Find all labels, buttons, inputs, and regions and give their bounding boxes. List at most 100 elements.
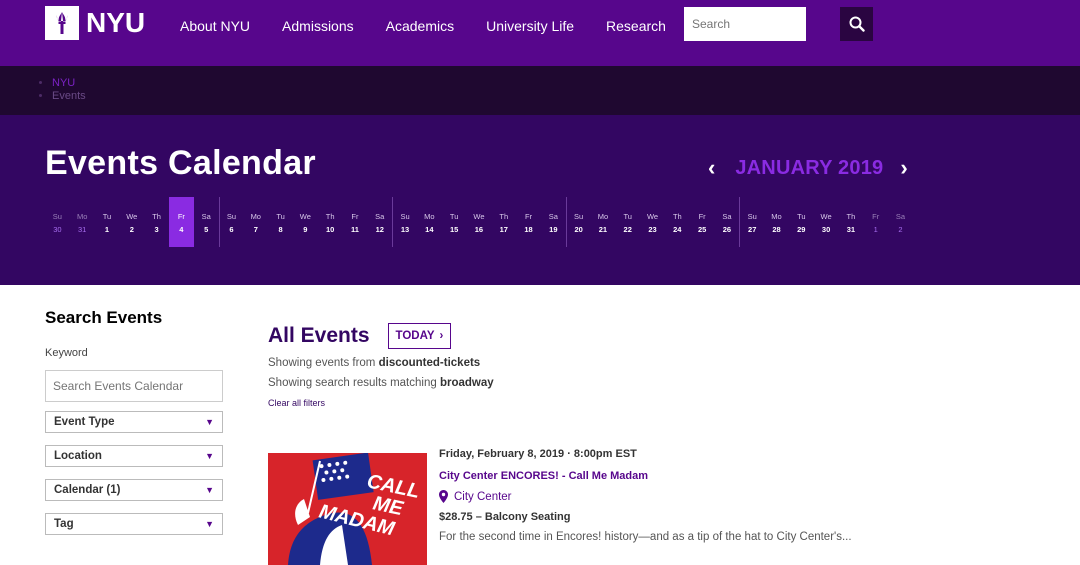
chevron-down-icon: ▼ bbox=[205, 451, 214, 461]
calendar-day[interactable]: Th 3 bbox=[144, 197, 169, 247]
calendar-day[interactable]: Mo 7 bbox=[243, 197, 268, 247]
calendar-day-number: 31 bbox=[78, 225, 87, 234]
filter-tag[interactable]: Tag ▼ bbox=[45, 513, 223, 535]
calendar-day[interactable]: Su 30 bbox=[45, 197, 70, 247]
calendar-day-of-week: Su bbox=[52, 212, 62, 221]
calendar-day-number: 9 bbox=[303, 225, 308, 234]
calendar-day[interactable]: Tu 8 bbox=[268, 197, 293, 247]
calendar-day[interactable]: Fr 4 bbox=[168, 197, 194, 247]
calendar-day-number: 8 bbox=[278, 225, 283, 234]
filter-location[interactable]: Location ▼ bbox=[45, 445, 223, 467]
calendar-day[interactable]: Fr 11 bbox=[343, 197, 368, 247]
calendar-day[interactable]: Su 20 bbox=[565, 197, 591, 247]
calendar-day[interactable]: We 16 bbox=[467, 197, 492, 247]
chevron-left-icon[interactable]: ‹ bbox=[708, 156, 715, 180]
calendar-day-of-week: Sa bbox=[722, 212, 732, 221]
torch-icon bbox=[45, 6, 79, 40]
site-search-input[interactable] bbox=[684, 7, 806, 41]
calendar-day-of-week: Su bbox=[400, 212, 410, 221]
calendar-day[interactable]: Tu 15 bbox=[442, 197, 467, 247]
calendar-day[interactable]: Th 10 bbox=[318, 197, 343, 247]
event-venue[interactable]: City Center bbox=[439, 490, 959, 503]
nav-link-academics[interactable]: Academics bbox=[386, 18, 454, 35]
event-image[interactable]: CALL ME MADAM bbox=[268, 453, 427, 565]
calendar-day[interactable]: Mo 14 bbox=[417, 197, 442, 247]
event-title[interactable]: City Center ENCORES! - Call Me Madam bbox=[439, 470, 959, 482]
chevron-right-icon[interactable]: › bbox=[900, 156, 907, 180]
calendar-day[interactable]: Sa 2 bbox=[888, 197, 913, 247]
calendar-day[interactable]: Fr 18 bbox=[516, 197, 541, 247]
calendar-day-number: 22 bbox=[623, 225, 632, 234]
calendar-day[interactable]: Su 13 bbox=[392, 197, 417, 247]
calendar-day-number: 12 bbox=[375, 225, 384, 234]
calendar-day-of-week: Tu bbox=[449, 212, 459, 221]
calendar-day[interactable]: Mo 31 bbox=[70, 197, 95, 247]
calendar-day-of-week: Th bbox=[152, 212, 161, 221]
calendar-day-of-week: We bbox=[299, 212, 311, 221]
filter-event-type[interactable]: Event Type ▼ bbox=[45, 411, 223, 433]
calendar-day[interactable]: Sa 26 bbox=[715, 197, 740, 247]
nav-link-admissions[interactable]: Admissions bbox=[282, 18, 354, 35]
calendar-day-number: 10 bbox=[325, 225, 335, 234]
calendar-day[interactable]: Mo 28 bbox=[764, 197, 789, 247]
search-sidebar: Search Events Keyword Event Type ▼ Locat… bbox=[45, 308, 223, 535]
calendar-day[interactable]: Th 24 bbox=[665, 197, 690, 247]
calendar-day[interactable]: Su 6 bbox=[218, 197, 244, 247]
calendar-day-number: 11 bbox=[350, 225, 359, 234]
event-info: Friday, February 8, 2019 · 8:00pm EST Ci… bbox=[439, 448, 959, 543]
calendar-day[interactable]: We 9 bbox=[293, 197, 318, 247]
calendar-day-number: 19 bbox=[549, 225, 558, 234]
calendar-day[interactable]: Su 27 bbox=[739, 197, 764, 247]
calendar-day[interactable]: Sa 19 bbox=[541, 197, 566, 247]
calendar-day[interactable]: Mo 21 bbox=[591, 197, 616, 247]
calendar-day[interactable]: We 23 bbox=[640, 197, 665, 247]
calendar-day-number: 25 bbox=[697, 225, 707, 234]
calendar-day-of-week: Mo bbox=[771, 212, 782, 221]
calendar-day-of-week: Su bbox=[226, 212, 237, 221]
calendar-day-of-week: Th bbox=[325, 212, 335, 221]
calendar-day[interactable]: Tu 22 bbox=[615, 197, 640, 247]
calendar-day-of-week: Fr bbox=[698, 212, 706, 221]
breadcrumb-item-nyu[interactable]: NYU bbox=[52, 77, 86, 90]
site-search-button[interactable] bbox=[840, 7, 873, 41]
events-title: All Events bbox=[268, 324, 370, 347]
nav-link-research[interactable]: Research bbox=[606, 18, 666, 35]
filter-label: Location bbox=[54, 450, 102, 462]
calendar-day[interactable]: Th 17 bbox=[491, 197, 516, 247]
chevron-right-icon: › bbox=[439, 330, 444, 342]
event-venue-label: City Center bbox=[454, 490, 512, 503]
calendar-day[interactable]: Sa 12 bbox=[367, 197, 392, 247]
clear-filters-link[interactable]: Clear all filters bbox=[268, 398, 325, 408]
nav-link-university-life[interactable]: University Life bbox=[486, 18, 574, 35]
search-icon bbox=[849, 16, 865, 32]
calendar-day-number: 18 bbox=[524, 225, 533, 234]
calendar-day[interactable]: Sa 5 bbox=[194, 197, 219, 247]
nyu-logo[interactable]: NYU bbox=[45, 6, 145, 40]
showing-from-text: Showing events from discounted-tickets bbox=[268, 357, 968, 369]
filter-calendar[interactable]: Calendar (1) ▼ bbox=[45, 479, 223, 501]
keyword-search-input[interactable] bbox=[45, 370, 223, 402]
calendar-day[interactable]: Fr 25 bbox=[690, 197, 715, 247]
main-nav-links: About NYU Admissions Academics Universit… bbox=[180, 18, 698, 35]
nav-link-about[interactable]: About NYU bbox=[180, 18, 250, 35]
calendar-day-number: 1 bbox=[104, 225, 110, 234]
month-navigator: ‹ JANUARY 2019 › bbox=[708, 156, 908, 180]
calendar-day[interactable]: We 2 bbox=[119, 197, 144, 247]
calendar-day-number: 30 bbox=[53, 225, 62, 234]
calendar-day-of-week: Fr bbox=[872, 212, 880, 221]
sidebar-title: Search Events bbox=[45, 308, 163, 327]
calendar-strip: Su 30 Mo 31 Tu 1 We 2 Th 3 Fr 4 Sa 5 Su 6 Mo 7 Tu 8 We 9 Th 10 F… bbox=[45, 197, 913, 247]
calendar-day-number: 5 bbox=[204, 225, 209, 234]
calendar-day[interactable]: We 30 bbox=[814, 197, 839, 247]
calendar-day[interactable]: Th 31 bbox=[839, 197, 864, 247]
today-button[interactable]: TODAY › bbox=[387, 323, 452, 349]
calendar-day-number: 15 bbox=[449, 225, 459, 234]
calendar-day[interactable]: Tu 29 bbox=[789, 197, 814, 247]
calendar-day[interactable]: Tu 1 bbox=[95, 197, 120, 247]
calendar-day-number: 31 bbox=[846, 225, 856, 234]
page-title: Events Calendar bbox=[45, 144, 316, 182]
calendar-day[interactable]: Fr 1 bbox=[863, 197, 888, 247]
chevron-down-icon: ▼ bbox=[205, 519, 214, 529]
calendar-day-number: 2 bbox=[898, 225, 903, 234]
calendar-day-of-week: We bbox=[126, 212, 138, 221]
